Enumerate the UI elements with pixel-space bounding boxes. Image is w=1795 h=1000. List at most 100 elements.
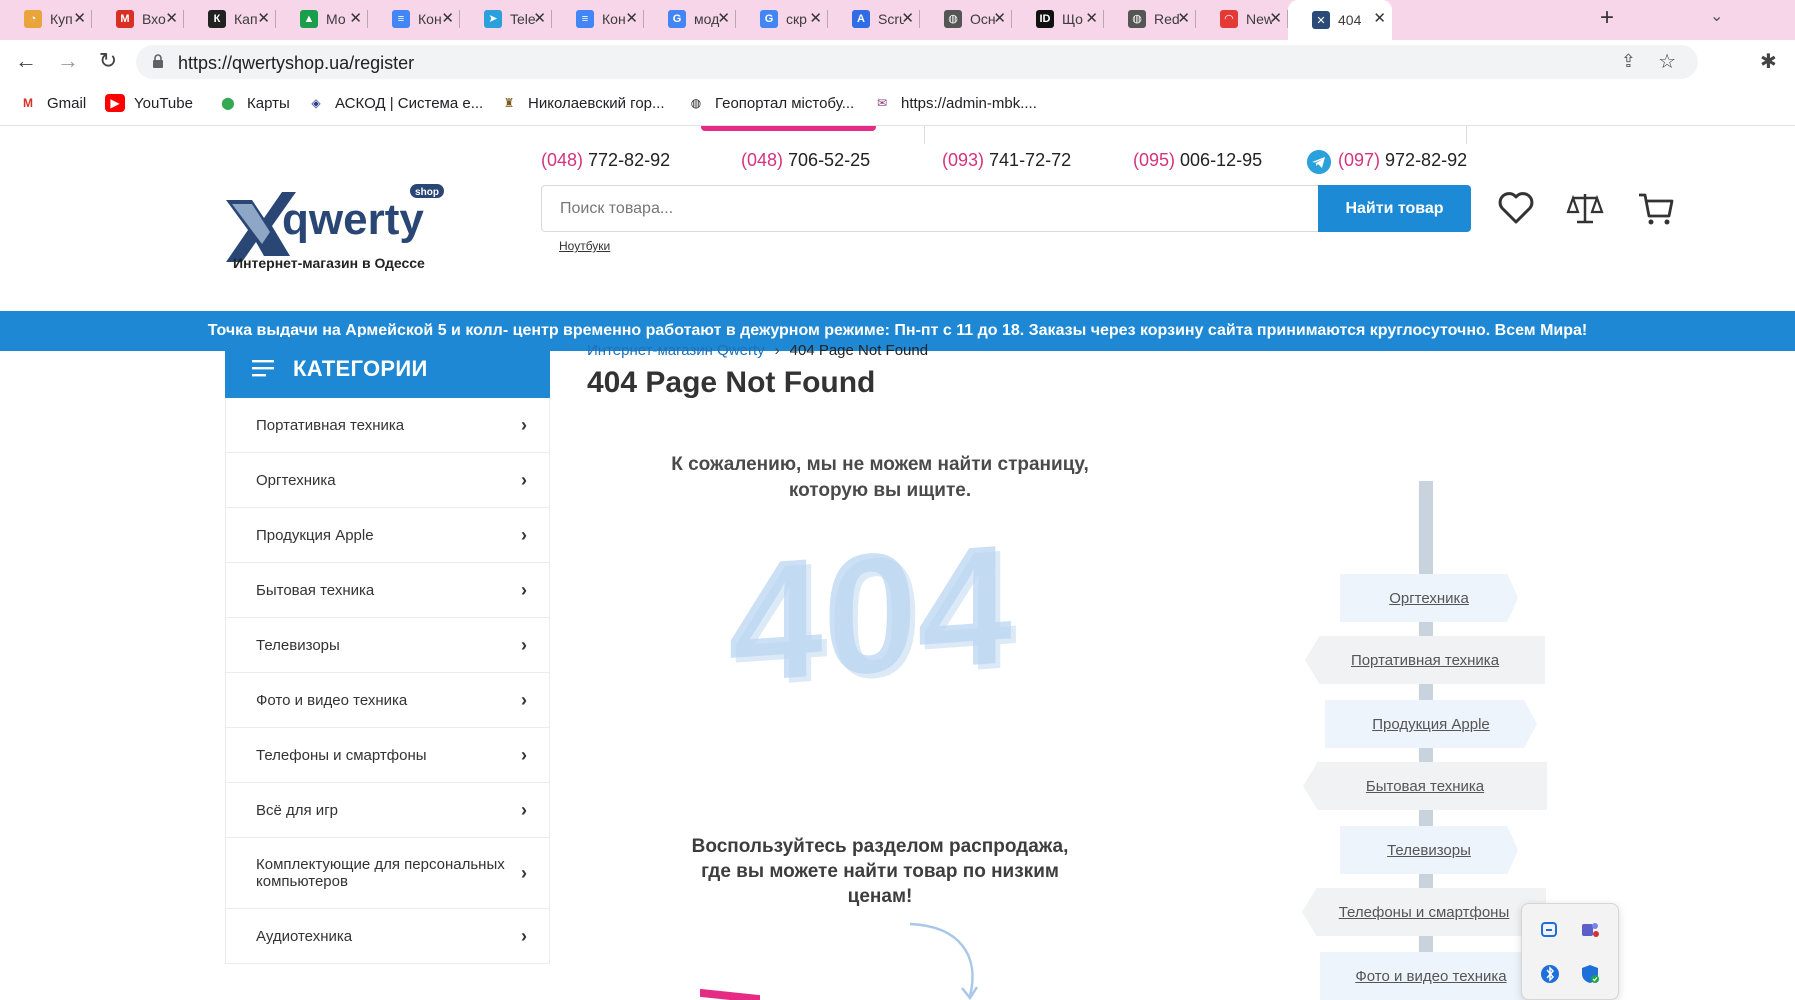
- close-tab-icon[interactable]: ✕: [1177, 9, 1190, 27]
- close-tab-icon[interactable]: ✕: [1373, 9, 1386, 27]
- browser-tab[interactable]: ≡ Кон ✕: [368, 0, 460, 37]
- top-divider: [924, 126, 925, 144]
- share-icon[interactable]: ⇪: [1621, 51, 1636, 72]
- logo-badge: shop: [415, 187, 439, 198]
- web-page: qwerty shop Интернет-магазин в Одессе (0…: [0, 126, 1795, 1000]
- bookmark-item[interactable]: ◈ АСКОД | Система е...: [306, 94, 483, 112]
- browser-tab[interactable]: ◍ Осн ✕: [920, 0, 1012, 37]
- new-tab-button[interactable]: +: [1600, 4, 1614, 32]
- search-button[interactable]: Найти товар: [1318, 185, 1471, 232]
- browser-tab[interactable]: Gмод ✕: [644, 0, 736, 37]
- browser-tab[interactable]: ◍ Red ✕: [1104, 0, 1196, 37]
- close-tab-icon[interactable]: ✕: [993, 9, 1006, 27]
- bookmark-item[interactable]: ◍ Геопортал містобу...: [686, 94, 854, 112]
- browser-tab[interactable]: ➤ Tele ✕: [460, 0, 552, 37]
- browser-tab[interactable]: ≡ Кон ✕: [552, 0, 644, 37]
- categories-header[interactable]: КАТЕГОРИИ: [225, 337, 550, 398]
- tab-favicon-icon: G: [760, 9, 778, 28]
- category-item[interactable]: Комплектующие для персональных компьютер…: [225, 838, 550, 909]
- bookmark-item[interactable]: ▶ YouTube: [105, 94, 193, 112]
- mail-icon: ✉: [876, 96, 888, 110]
- sale-promo-text: Воспользуйтесь разделом распродажа, где …: [691, 836, 1069, 907]
- category-item[interactable]: Телефоны и смартфоны ›: [225, 728, 550, 783]
- category-item[interactable]: Всё для игр ›: [225, 783, 550, 838]
- close-tab-icon[interactable]: ✕: [1085, 9, 1098, 27]
- browser-tab[interactable]: К Кап ✕: [184, 0, 276, 37]
- close-tab-icon[interactable]: ✕: [717, 9, 730, 27]
- category-item[interactable]: Фото и видео техника ›: [225, 673, 550, 728]
- top-accent-bar: [701, 126, 876, 131]
- category-item[interactable]: Оргтехника ›: [225, 453, 550, 508]
- search-input[interactable]: Поиск товара...: [541, 185, 1322, 232]
- tab-title: Вхо: [142, 10, 166, 27]
- phone-number[interactable]: (097) 972-82-92: [1338, 150, 1467, 171]
- close-tab-icon[interactable]: ✕: [1269, 9, 1282, 27]
- close-tab-icon[interactable]: ✕: [349, 9, 362, 27]
- signpost-link[interactable]: Портативная техника: [1305, 636, 1545, 684]
- close-tab-icon[interactable]: ✕: [73, 9, 86, 27]
- tab-favicon-icon: M: [116, 9, 134, 28]
- tab-title: Мо: [326, 10, 346, 27]
- tab-title: Осн: [970, 10, 996, 27]
- close-tab-icon[interactable]: ✕: [257, 9, 270, 27]
- onedrive-icon[interactable]: [1540, 920, 1560, 940]
- security-shield-icon[interactable]: [1580, 964, 1600, 984]
- cart-icon[interactable]: [1636, 188, 1676, 228]
- category-item[interactable]: Продукция Apple ›: [225, 508, 550, 563]
- signpost-link[interactable]: Бытовая техника: [1303, 762, 1547, 810]
- bookmark-label: https://admin-mbk....: [901, 94, 1037, 112]
- logo-tagline: Интернет-магазин в Одессе: [233, 255, 425, 271]
- close-tab-icon[interactable]: ✕: [441, 9, 454, 27]
- tab-strip: ◔ Куп ✕ M Вхо ✕ К Кап ✕ ▲ Мо ✕ ≡ Кон ✕ ➤ Tele ✕ ≡ Кон ✕ Gмод ✕…: [0, 0, 1795, 40]
- bluetooth-icon[interactable]: [1540, 964, 1560, 984]
- signpost-link[interactable]: Оргтехника: [1340, 574, 1518, 622]
- browser-tab[interactable]: ◠ New ✕: [1196, 0, 1288, 37]
- close-tab-icon[interactable]: ✕: [165, 9, 178, 27]
- teams-icon[interactable]: [1580, 920, 1600, 940]
- bookmark-item[interactable]: ✉ https://admin-mbk....: [872, 94, 1037, 112]
- browser-tab[interactable]: Gскр ✕: [736, 0, 828, 37]
- close-tab-icon[interactable]: ✕: [901, 9, 914, 27]
- back-icon[interactable]: ←: [12, 48, 40, 74]
- category-item[interactable]: Бытовая техника ›: [225, 563, 550, 618]
- bookmark-item[interactable]: ⬤ Карты: [218, 94, 289, 112]
- browser-tab[interactable]: M Вхо ✕: [92, 0, 184, 37]
- browser-tab[interactable]: ▲ Мо ✕: [276, 0, 368, 37]
- bookmark-item[interactable]: M Gmail: [18, 94, 86, 112]
- browser-tab[interactable]: ID Що ✕: [1012, 0, 1104, 37]
- phone-number[interactable]: (048) 706-52-25: [741, 150, 870, 171]
- bookmark-item[interactable]: ♜ Николаевский гор...: [499, 94, 665, 112]
- signpost-link[interactable]: Телевизоры: [1340, 826, 1518, 874]
- phone-number[interactable]: (093) 741-72-72: [942, 150, 1071, 171]
- tab-search-chevron-icon[interactable]: ⌄: [1710, 6, 1723, 26]
- signpost-link[interactable]: Фото и видео техника: [1320, 952, 1542, 1000]
- tab-title: Кап: [234, 10, 258, 27]
- tab-favicon-icon: A: [852, 9, 870, 28]
- browser-tab[interactable]: ◔ Куп ✕: [0, 0, 92, 37]
- signpost-link[interactable]: Телефоны и смартфоны: [1302, 888, 1546, 936]
- browser-tab[interactable]: A Scru ✕: [828, 0, 920, 37]
- category-list: Портативная техника › Оргтехника › Продукц…: [225, 398, 550, 964]
- close-tab-icon[interactable]: ✕: [533, 9, 546, 27]
- extensions-icon[interactable]: ✱: [1760, 49, 1777, 74]
- signpost-link[interactable]: Продукция Apple: [1325, 700, 1537, 748]
- bookmark-star-icon[interactable]: ☆: [1658, 49, 1676, 74]
- compare-scales-icon[interactable]: [1565, 188, 1605, 228]
- tab-title: Що: [1062, 10, 1083, 27]
- heart-icon[interactable]: [1496, 188, 1536, 228]
- bookmark-label: Геопортал містобу...: [715, 94, 855, 112]
- close-tab-icon[interactable]: ✕: [809, 9, 822, 27]
- tab-title: Кон: [602, 10, 626, 27]
- category-item[interactable]: Аудиотехника ›: [225, 909, 550, 964]
- breadcrumb-home-link[interactable]: Интернет-магазин Qwerty: [587, 342, 765, 359]
- address-bar[interactable]: https://qwertyshop.ua/register ⇪ ☆: [136, 45, 1698, 79]
- forward-icon[interactable]: →: [54, 48, 82, 74]
- browser-tab[interactable]: ✕ 404 ✕: [1288, 0, 1392, 40]
- search-hint-link[interactable]: Ноутбуки: [559, 239, 610, 253]
- category-item[interactable]: Телевизоры ›: [225, 618, 550, 673]
- reload-icon[interactable]: ↻: [94, 48, 122, 74]
- phone-number[interactable]: (048) 772-82-92: [541, 150, 670, 171]
- phone-number[interactable]: (095) 006-12-95: [1133, 150, 1262, 171]
- category-item[interactable]: Портативная техника ›: [225, 398, 550, 453]
- close-tab-icon[interactable]: ✕: [625, 9, 638, 27]
